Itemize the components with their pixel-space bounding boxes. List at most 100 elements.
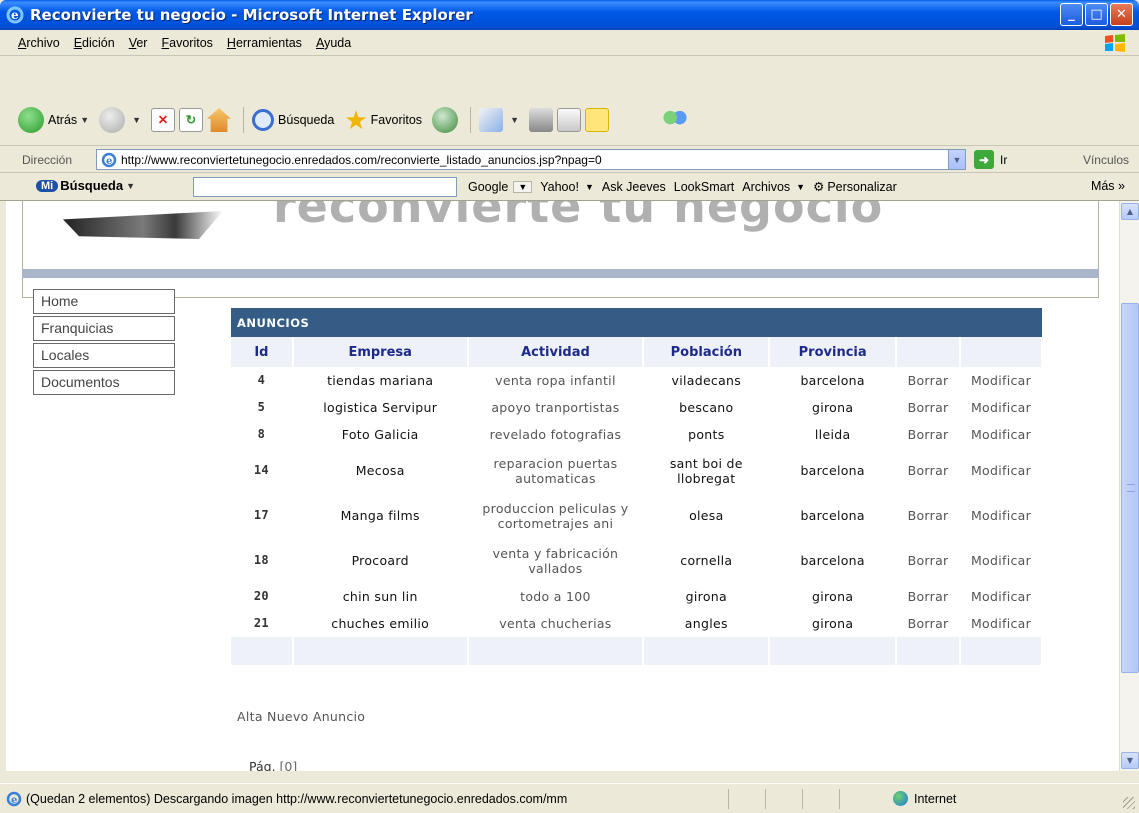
maximize-button[interactable]: □ — [1085, 3, 1108, 26]
nav-home[interactable]: Home — [33, 289, 175, 314]
scroll-down-icon[interactable]: ▼ — [1121, 752, 1139, 769]
row-poblacion: cornella — [643, 538, 771, 583]
nav-documentos[interactable]: Documentos — [33, 370, 175, 395]
menu-herramientas[interactable]: Herramientas — [227, 36, 302, 50]
new-ad-link[interactable]: Alta Nuevo Anuncio — [237, 709, 365, 724]
row-provincia: barcelona — [769, 538, 898, 583]
address-dropdown-icon[interactable]: ▼ — [948, 150, 965, 169]
forward-button[interactable]: ▼ — [99, 107, 141, 133]
pagination-label: Pág. — [249, 759, 276, 771]
row-id: 21 — [231, 610, 294, 637]
search-button[interactable]: Búsqueda — [252, 109, 334, 131]
more-button[interactable]: Más » — [1091, 179, 1125, 193]
resize-grip[interactable] — [1123, 797, 1135, 809]
menu-ayuda[interactable]: Ayuda — [316, 36, 351, 50]
address-input[interactable]: e http://www.reconviertetunegocio.enreda… — [96, 149, 966, 170]
nav-locales[interactable]: Locales — [33, 343, 175, 368]
zone-label: Internet — [914, 791, 957, 806]
home-icon[interactable] — [207, 108, 232, 132]
archivos-link[interactable]: Archivos ▼ — [742, 180, 805, 194]
favorites-star-icon: ★ — [344, 105, 368, 135]
customize-button[interactable]: ⚙ Personalizar — [813, 179, 897, 195]
header-divider — [22, 269, 1099, 278]
row-empresa: tiendas mariana — [292, 367, 469, 394]
modify-link[interactable]: Modificar — [960, 367, 1043, 394]
modify-link[interactable]: Modificar — [960, 583, 1043, 610]
menu-edicion[interactable]: Edición — [74, 36, 115, 50]
menu-ver[interactable]: Ver — [129, 36, 148, 50]
modify-link[interactable]: Modificar — [960, 610, 1043, 637]
row-provincia: lleida — [769, 421, 898, 448]
modify-link[interactable]: Modificar — [960, 394, 1043, 421]
minimize-button[interactable]: _ — [1060, 3, 1083, 26]
row-empresa: Manga films — [292, 493, 469, 538]
page-header: reconvierte tu negocio — [22, 201, 1099, 298]
security-zone: Internet — [893, 791, 956, 806]
scroll-up-icon[interactable]: ▲ — [1121, 203, 1139, 220]
messenger-icon[interactable] — [662, 108, 687, 132]
gear-icon: ⚙ — [813, 180, 825, 194]
go-button[interactable]: ➜ Ir — [974, 150, 1007, 169]
row-poblacion: sant boi de llobregat — [643, 448, 771, 493]
address-url: http://www.reconviertetunegocio.enredado… — [121, 152, 602, 167]
row-id: 18 — [231, 538, 294, 583]
delete-link[interactable]: Borrar — [896, 421, 962, 448]
links-label[interactable]: Vínculos — [1083, 153, 1129, 167]
menu-favoritos[interactable]: Favoritos — [161, 36, 212, 50]
delete-link[interactable]: Borrar — [896, 394, 962, 421]
header-title-text: reconvierte tu negocio — [273, 201, 884, 233]
row-provincia: barcelona — [769, 448, 898, 493]
standard-toolbar: Atrás ▼ ▼ ✕ ↻ Búsqueda ★ Favoritos ▼ — [0, 95, 1139, 146]
history-icon[interactable] — [432, 107, 459, 133]
modify-link[interactable]: Modificar — [960, 493, 1043, 538]
yahoo-link[interactable]: Yahoo! ▼ — [540, 180, 594, 194]
table-row: 14 Mecosa reparacion puertas automaticas sa… — [231, 448, 1043, 493]
row-actividad: venta ropa infantil — [467, 367, 645, 394]
delete-link[interactable]: Borrar — [896, 610, 962, 637]
vertical-scrollbar[interactable]: ▲ ▼ — [1119, 201, 1139, 771]
scroll-thumb[interactable] — [1121, 303, 1139, 673]
delete-link[interactable]: Borrar — [896, 493, 962, 538]
askjeeves-link[interactable]: Ask Jeeves — [602, 180, 666, 194]
modify-link[interactable]: Modificar — [960, 538, 1043, 583]
search-input[interactable] — [193, 177, 457, 197]
search-icon — [252, 109, 275, 131]
refresh-icon[interactable]: ↻ — [179, 108, 204, 132]
pagination-page-link[interactable]: [0] — [280, 759, 298, 771]
svg-text:e: e — [106, 156, 112, 167]
google-link[interactable]: Google ▼ — [468, 180, 533, 194]
print-icon[interactable] — [528, 108, 553, 132]
stop-icon[interactable]: ✕ — [151, 108, 176, 132]
modify-link[interactable]: Modificar — [960, 448, 1043, 493]
table-footer-row — [231, 637, 1043, 665]
mail-icon — [479, 108, 504, 132]
close-button[interactable]: ✕ — [1110, 3, 1133, 26]
table-row: 21 chuches emilio venta chucherias angles gi… — [231, 610, 1043, 637]
nav-franquicias[interactable]: Franquicias — [33, 316, 175, 341]
page-viewport: reconvierte tu negocio Home Franquicias … — [6, 201, 1119, 771]
row-id: 4 — [231, 367, 294, 394]
row-actividad: revelado fotografias — [467, 421, 645, 448]
mi-busqueda-button[interactable]: Mi Búsqueda ▼ — [36, 178, 135, 193]
row-provincia: girona — [769, 394, 898, 421]
column-header: Actividad — [467, 337, 645, 367]
delete-link[interactable]: Borrar — [896, 448, 962, 493]
chevron-down-icon: ▼ — [513, 180, 533, 193]
modify-link[interactable]: Modificar — [960, 421, 1043, 448]
row-empresa: Foto Galicia — [292, 421, 469, 448]
column-header: Provincia — [769, 337, 898, 367]
edit-icon[interactable] — [556, 108, 581, 132]
menu-archivo[interactable]: Archivo — [18, 36, 60, 50]
row-empresa: Procoard — [292, 538, 469, 583]
delete-link[interactable]: Borrar — [896, 538, 962, 583]
ads-table: ANUNCIOS Id Empresa Actividad Población … — [231, 308, 1043, 665]
delete-link[interactable]: Borrar — [896, 583, 962, 610]
window-title: Reconvierte tu negocio - Microsoft Inter… — [30, 6, 473, 24]
favorites-button[interactable]: ★ Favoritos — [344, 107, 422, 133]
looksmart-link[interactable]: LookSmart — [674, 180, 734, 194]
back-button[interactable]: Atrás ▼ — [18, 107, 89, 133]
row-provincia: girona — [769, 583, 898, 610]
mail-button[interactable]: ▼ — [479, 108, 519, 132]
discuss-icon[interactable] — [584, 108, 609, 132]
delete-link[interactable]: Borrar — [896, 367, 962, 394]
